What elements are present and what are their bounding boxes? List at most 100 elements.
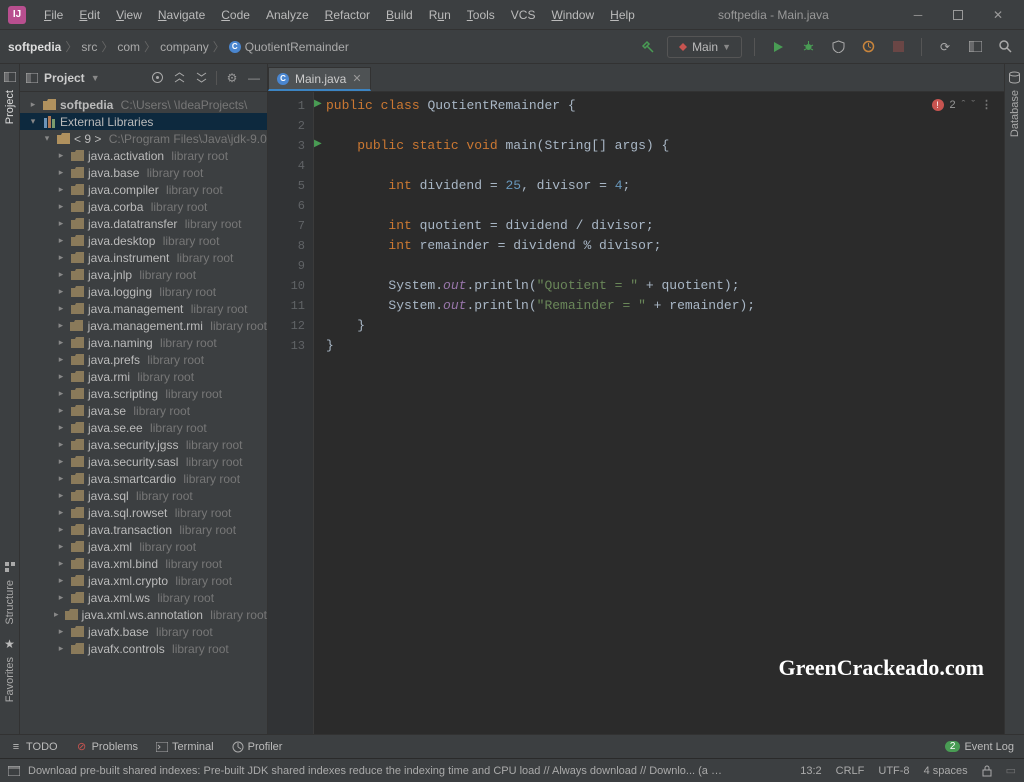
tree-lib-java-jnlp[interactable]: ▸java.jnlp library root — [20, 266, 267, 283]
gutter-run-icon[interactable]: ▶ — [314, 98, 322, 106]
breadcrumb-file[interactable]: CQuotientRemainder — [229, 40, 349, 54]
project-panel-title[interactable]: Project — [44, 71, 85, 85]
tree-lib-java-xml-bind[interactable]: ▸java.xml.bind library root — [20, 555, 267, 572]
breadcrumb-src[interactable]: src — [81, 40, 97, 54]
tree-jdk[interactable]: ▾< 9 > C:\Program Files\Java\jdk-9.0 — [20, 130, 267, 147]
gutter-line[interactable]: 13 — [268, 336, 305, 356]
tree-lib-java-base[interactable]: ▸java.base library root — [20, 164, 267, 181]
collapse-all-icon[interactable] — [194, 71, 208, 85]
tree-lib-java-management-rmi[interactable]: ▸java.management.rmi library root — [20, 317, 267, 334]
rail-favorites[interactable]: ★ Favorites — [3, 637, 17, 702]
chevron-down-icon[interactable]: ▼ — [91, 73, 100, 83]
gutter-line[interactable]: 8 — [268, 236, 305, 256]
gear-icon[interactable]: ⚙ — [225, 71, 239, 85]
tree-lib-java-smartcardio[interactable]: ▸java.smartcardio library root — [20, 470, 267, 487]
tree-external-libraries[interactable]: ▾External Libraries — [20, 113, 267, 130]
tree-lib-java-se[interactable]: ▸java.se library root — [20, 402, 267, 419]
tab-main-java[interactable]: C Main.java ✕ — [268, 67, 371, 91]
minimize-button[interactable]: ─ — [904, 5, 932, 25]
rail-structure[interactable]: Structure — [3, 560, 17, 625]
breadcrumb-company[interactable]: company — [160, 40, 209, 54]
search-everywhere-icon[interactable] — [994, 36, 1016, 58]
menu-window[interactable]: Window — [543, 4, 602, 26]
project-tree[interactable]: ▸softpedia C:\Users\ \IdeaProjects\▾Exte… — [20, 92, 267, 734]
breadcrumb-project[interactable]: softpedia — [8, 40, 61, 54]
gutter-line[interactable]: 5 — [268, 176, 305, 196]
tree-lib-java-xml-ws[interactable]: ▸java.xml.ws library root — [20, 589, 267, 606]
tree-lib-java-xml-ws-annotation[interactable]: ▸java.xml.ws.annotation library root — [20, 606, 267, 623]
todo-tab[interactable]: ≡TODO — [10, 741, 58, 753]
tree-lib-java-security-sasl[interactable]: ▸java.security.sasl library root — [20, 453, 267, 470]
menu-run[interactable]: Run — [421, 4, 459, 26]
gutter-line[interactable]: 4 — [268, 156, 305, 176]
git-update-icon[interactable]: ⟳ — [934, 36, 956, 58]
tree-lib-java-se-ee[interactable]: ▸java.se.ee library root — [20, 419, 267, 436]
debug-button[interactable] — [797, 36, 819, 58]
breadcrumb[interactable]: softpedia 〉 src 〉 com 〉 company 〉 CQuoti… — [8, 38, 349, 55]
gutter-line[interactable]: 9 — [268, 256, 305, 276]
tree-project-root[interactable]: ▸softpedia C:\Users\ \IdeaProjects\ — [20, 96, 267, 113]
tree-lib-java-xml-crypto[interactable]: ▸java.xml.crypto library root — [20, 572, 267, 589]
editor-inspection[interactable]: ! 2 ˆ ˇ ⋮ — [932, 98, 992, 111]
tree-lib-java-instrument[interactable]: ▸java.instrument library root — [20, 249, 267, 266]
gutter-line[interactable]: 7 — [268, 216, 305, 236]
run-button[interactable] — [767, 36, 789, 58]
tree-lib-java-naming[interactable]: ▸java.naming library root — [20, 334, 267, 351]
tree-lib-java-corba[interactable]: ▸java.corba library root — [20, 198, 267, 215]
tree-lib-java-datatransfer[interactable]: ▸java.datatransfer library root — [20, 215, 267, 232]
menu-help[interactable]: Help — [602, 4, 643, 26]
tree-lib-java-scripting[interactable]: ▸java.scripting library root — [20, 385, 267, 402]
gutter-line[interactable]: 1 — [268, 96, 305, 116]
stop-button[interactable] — [887, 36, 909, 58]
close-tab-icon[interactable]: ✕ — [352, 72, 361, 85]
project-structure-icon[interactable] — [964, 36, 986, 58]
menu-refactor[interactable]: Refactor — [317, 4, 378, 26]
breadcrumb-com[interactable]: com — [117, 40, 140, 54]
gutter-line[interactable]: 3 — [268, 136, 305, 156]
run-config-selector[interactable]: Main ▼ — [667, 36, 742, 58]
tree-lib-javafx-base[interactable]: ▸javafx.base library root — [20, 623, 267, 640]
tree-lib-java-compiler[interactable]: ▸java.compiler library root — [20, 181, 267, 198]
menu-file[interactable]: File — [36, 4, 71, 26]
tree-lib-java-transaction[interactable]: ▸java.transaction library root — [20, 521, 267, 538]
gutter-line[interactable]: 2 — [268, 116, 305, 136]
profiler-tab[interactable]: Profiler — [232, 741, 283, 753]
rail-project[interactable]: Project — [3, 70, 17, 124]
problems-tab[interactable]: ⊘Problems — [76, 741, 138, 753]
maximize-button[interactable] — [944, 5, 972, 25]
code-content[interactable]: public class QuotientRemainder { public … — [314, 92, 1004, 734]
select-opened-icon[interactable] — [150, 71, 164, 85]
gutter-line[interactable]: 10 — [268, 276, 305, 296]
hide-panel-icon[interactable]: — — [247, 71, 261, 85]
tree-lib-java-rmi[interactable]: ▸java.rmi library root — [20, 368, 267, 385]
editor-body[interactable]: 12345678910111213 ▶ ▶ public class Quoti… — [268, 92, 1004, 734]
tree-lib-java-security-jgss[interactable]: ▸java.security.jgss library root — [20, 436, 267, 453]
tree-lib-java-xml[interactable]: ▸java.xml library root — [20, 538, 267, 555]
tree-lib-java-prefs[interactable]: ▸java.prefs library root — [20, 351, 267, 368]
menu-navigate[interactable]: Navigate — [150, 4, 213, 26]
gutter-line[interactable]: 11 — [268, 296, 305, 316]
menu-analyze[interactable]: Analyze — [258, 4, 317, 26]
close-button[interactable]: ✕ — [984, 5, 1012, 25]
menu-tools[interactable]: Tools — [459, 4, 503, 26]
gutter-line[interactable]: 12 — [268, 316, 305, 336]
terminal-tab[interactable]: Terminal — [156, 741, 214, 753]
tree-lib-java-sql-rowset[interactable]: ▸java.sql.rowset library root — [20, 504, 267, 521]
tree-lib-java-activation[interactable]: ▸java.activation library root — [20, 147, 267, 164]
gutter-run-icon[interactable]: ▶ — [314, 138, 322, 146]
tree-lib-java-sql[interactable]: ▸java.sql library root — [20, 487, 267, 504]
menu-code[interactable]: Code — [213, 4, 258, 26]
menu-vcs[interactable]: VCS — [503, 4, 544, 26]
menu-edit[interactable]: Edit — [71, 4, 108, 26]
tree-lib-java-logging[interactable]: ▸java.logging library root — [20, 283, 267, 300]
profile-button[interactable] — [857, 36, 879, 58]
build-hammer-icon[interactable] — [637, 36, 659, 58]
coverage-button[interactable] — [827, 36, 849, 58]
gutter-line[interactable]: 6 — [268, 196, 305, 216]
tree-lib-java-desktop[interactable]: ▸java.desktop library root — [20, 232, 267, 249]
tree-lib-java-management[interactable]: ▸java.management library root — [20, 300, 267, 317]
tree-lib-javafx-controls[interactable]: ▸javafx.controls library root — [20, 640, 267, 657]
menu-build[interactable]: Build — [378, 4, 421, 26]
rail-database[interactable]: Database — [1008, 70, 1022, 137]
expand-all-icon[interactable] — [172, 71, 186, 85]
